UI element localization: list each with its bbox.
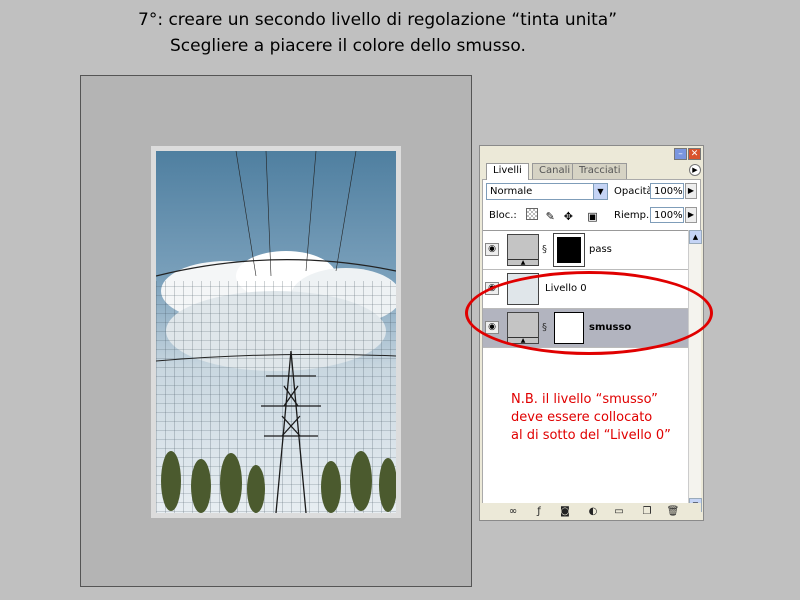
tab-canali[interactable]: Canali [532,163,578,179]
photo-border [151,146,401,518]
layer-thumbnail: ▲ [507,234,539,266]
close-icon[interactable]: ✕ [688,148,701,160]
layer-thumbnail: ▲ [507,312,539,344]
layer-mask-thumbnail[interactable] [554,312,584,344]
tab-livelli[interactable]: Livelli [486,163,529,180]
eye-icon[interactable]: ◉ [485,282,499,295]
layers-panel: – ✕ Livelli Canali Tracciati ▶ Normale ▼… [479,145,704,521]
eye-icon[interactable]: ◉ [485,243,499,256]
panel-bottom-bar: ∞ ƒ ◙ ◐ ▭ ❐ 🗑 [482,503,701,520]
note-line-1: N.B. il livello “smusso” [511,392,658,407]
layer-thumbnail [507,273,539,305]
layer-style-icon[interactable]: ƒ [532,505,546,518]
fill-label: Riemp.: [614,210,653,221]
opacity-input[interactable]: 100% [650,183,684,199]
adjustment-mark-icon: ▲ [508,259,538,266]
lock-row: Bloc.: ✎ ✥ ▣ Riemp.: 100% ▶ [486,207,698,225]
new-layer-icon[interactable]: ❐ [640,505,654,518]
lock-brush-icon[interactable]: ✎ [544,211,556,223]
layer-name: smusso [589,322,632,333]
layers-list: ◉ ▲ § pass ◉ Livello 0 ◉ ▲ § smusso [483,230,688,512]
minimize-icon[interactable]: – [674,148,687,160]
layer-mask-thumbnail[interactable] [553,233,585,267]
lock-transparency-icon[interactable] [526,208,538,220]
layers-scrollbar[interactable]: ▲ ▼ [688,230,702,512]
link-icon[interactable]: § [542,322,547,333]
add-mask-icon[interactable]: ◙ [558,505,572,518]
document-canvas[interactable] [80,75,472,587]
link-layers-icon[interactable]: ∞ [506,505,520,518]
blend-mode-value: Normale [490,186,533,197]
adjustment-mark-icon: ▲ [508,337,538,344]
link-icon[interactable]: § [542,244,547,255]
chevron-down-icon[interactable]: ▼ [593,184,607,199]
panel-titlebar[interactable]: – ✕ [480,146,703,162]
lock-icons: ✎ ✥ ▣ [526,208,602,223]
note-line-3: al di sotto del “Livello 0” [511,428,671,443]
adjustment-layer-icon[interactable]: ◐ [586,505,600,518]
caption-line-1: 7°: creare un secondo livello di regolaz… [138,10,617,30]
layer-name: Livello 0 [545,283,587,294]
layer-row-livello-0[interactable]: ◉ Livello 0 [483,270,688,309]
layer-name: pass [589,244,612,255]
caption-line-2: Scegliere a piacere il colore dello smus… [170,36,526,56]
opacity-arrow-icon[interactable]: ▶ [685,183,697,199]
lock-move-icon[interactable]: ✥ [562,211,574,223]
trash-icon[interactable]: 🗑 [666,505,680,518]
fill-arrow-icon[interactable]: ▶ [685,207,697,223]
blend-row: Normale ▼ Opacità: 100% ▶ [486,183,698,201]
layer-row-smusso[interactable]: ◉ ▲ § smusso [483,309,688,348]
panel-tabs: Livelli Canali Tracciati ▶ [484,163,701,180]
eye-icon[interactable]: ◉ [485,321,499,334]
note-line-2: deve essere collocato [511,410,653,425]
folder-icon[interactable]: ▭ [612,505,626,518]
scroll-up-icon[interactable]: ▲ [689,230,702,244]
lock-all-icon[interactable]: ▣ [587,211,599,223]
pylon-photo [156,151,396,513]
fill-input[interactable]: 100% [650,207,684,223]
annotation-note: N.B. il livello “smusso” deve essere col… [511,391,671,445]
photo-image [156,151,396,513]
blend-mode-select[interactable]: Normale ▼ [486,183,608,200]
panel-menu-icon[interactable]: ▶ [689,164,701,176]
lock-label: Bloc.: [489,210,517,221]
layer-row-pass[interactable]: ◉ ▲ § pass [483,231,688,270]
layers-panel-body: Normale ▼ Opacità: 100% ▶ Bloc.: ✎ ✥ ▣ R… [482,179,702,519]
tab-tracciati[interactable]: Tracciati [572,163,628,179]
